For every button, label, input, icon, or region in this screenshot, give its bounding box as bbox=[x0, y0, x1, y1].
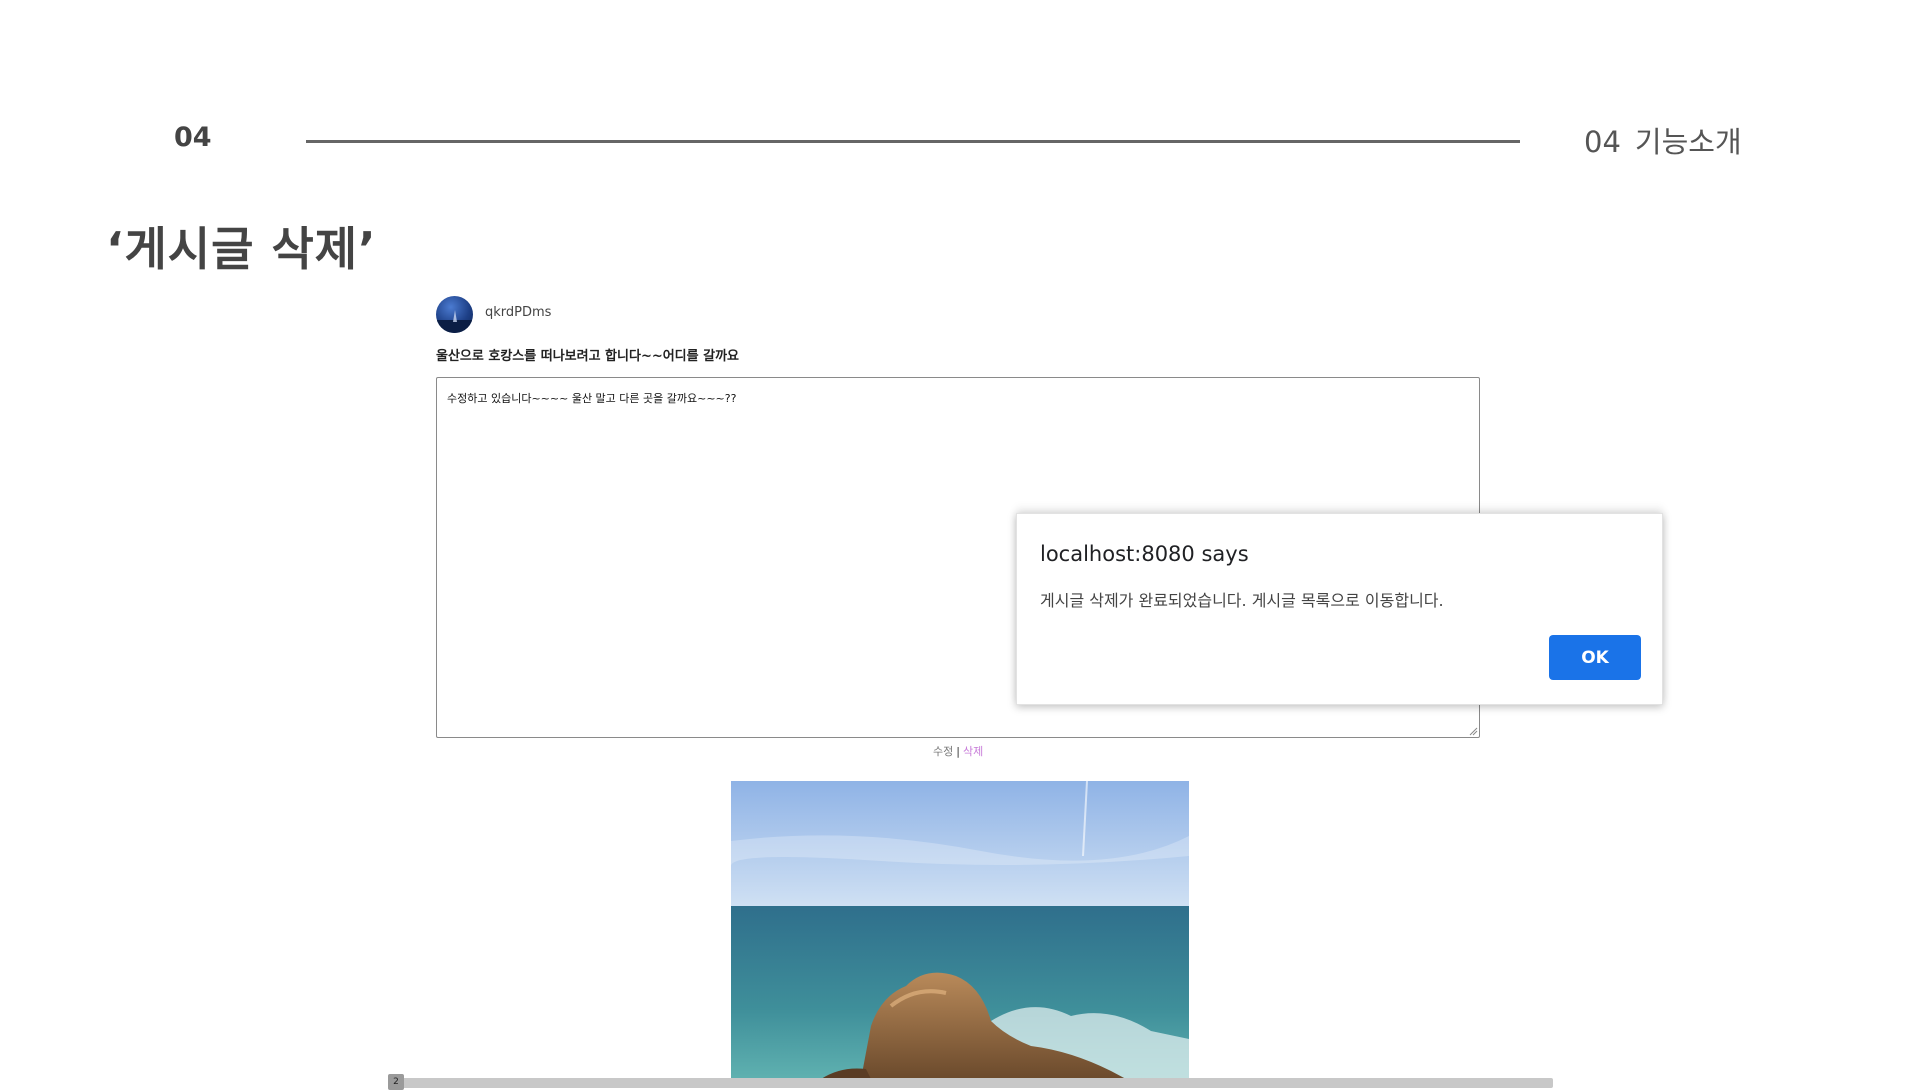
edit-link[interactable]: 수정 bbox=[933, 745, 953, 758]
post-actions: 수정 | 삭제 bbox=[933, 743, 983, 759]
post-content-text: 수정하고 있습니다~~~~ 울산 말고 다른 곳을 갈까요~~~?? bbox=[447, 392, 737, 405]
header-section-title: 기능소개 bbox=[1634, 125, 1742, 159]
alert-dialog: localhost:8080 says 게시글 삭제가 완료되었습니다. 게시글… bbox=[1016, 513, 1663, 705]
post-photo bbox=[731, 781, 1189, 1079]
post-title: 울산으로 호캉스를 떠나보려고 합니다~~어디를 갈까요 bbox=[436, 349, 740, 364]
avatar bbox=[436, 296, 473, 333]
dialog-message: 게시글 삭제가 완료되었습니다. 게시글 목록으로 이동합니다. bbox=[1040, 591, 1444, 610]
header-section-label: 04 기능소개 bbox=[1584, 119, 1742, 161]
delete-link[interactable]: 삭제 bbox=[963, 745, 983, 758]
username[interactable]: qkrdPDms bbox=[485, 305, 551, 320]
header-divider bbox=[306, 140, 1520, 143]
slide-title: ‘게시글 삭제’ bbox=[106, 222, 377, 276]
scrollbar-thumb[interactable]: 2 bbox=[388, 1074, 404, 1090]
dialog-origin: localhost:8080 says bbox=[1040, 542, 1249, 566]
resize-handle-icon[interactable] bbox=[1469, 727, 1478, 736]
section-number: 04 bbox=[174, 122, 212, 153]
action-separator: | bbox=[956, 745, 960, 758]
ok-button[interactable]: OK bbox=[1549, 635, 1641, 680]
header-section-number: 04 bbox=[1584, 125, 1621, 159]
